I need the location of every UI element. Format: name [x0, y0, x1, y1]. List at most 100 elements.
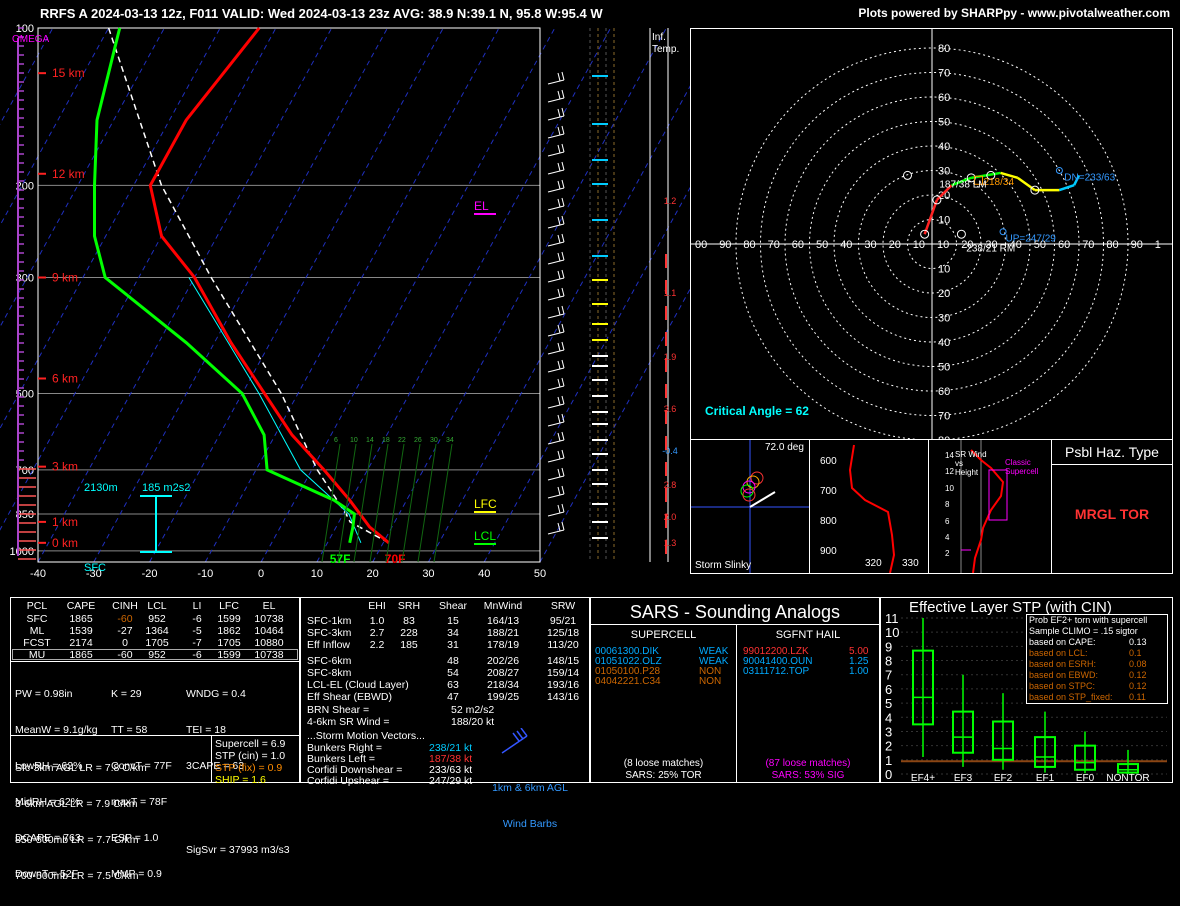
kin-cell: 48 — [447, 655, 459, 667]
stp-ytick: 9 — [885, 639, 892, 654]
height-label: 9 km — [52, 270, 78, 284]
sfc-label: SFC — [84, 562, 106, 574]
wind-barb — [547, 521, 565, 535]
wind-barb — [547, 377, 565, 391]
prob-row: based on ESRH: 0.08 — [1029, 659, 1167, 670]
theta-bottom-320: 320 — [865, 558, 882, 569]
srw-tick-12: 12 — [945, 467, 954, 477]
parcel-cell: 0 — [122, 637, 128, 649]
theta-panel: 600 700 800 900 320 330 — [809, 439, 929, 574]
hodo-x-label: 10 — [937, 239, 949, 251]
brn-shear-value: 52 m2/s2 — [451, 704, 495, 716]
storm-motion-label: Corfidi Upshear = — [307, 775, 389, 787]
parcel-table: PCL CAPE CINH LCL LI LFC EL SFC 1865 -60 952 -6 159… — [10, 597, 300, 882]
temperature-tick-label: -40 — [30, 568, 46, 580]
sars-supercell-id: 04042221.C34 — [595, 676, 661, 687]
storm-motion-value: 247/29 kt — [429, 775, 473, 787]
prob-row-label: based on EBWD: — [1029, 670, 1099, 680]
isotherm — [372, 27, 667, 563]
temperature-tick-label: 50 — [534, 568, 546, 580]
hodo-x-label: 40 — [840, 239, 852, 251]
hodo-ring-label: 20 — [938, 288, 950, 300]
barb-note-2: Wind Barbs — [502, 818, 558, 830]
hodo-x-label: 30 — [864, 239, 876, 251]
kin-cell: 143/16 — [546, 691, 580, 703]
wind-barb — [547, 341, 565, 355]
parcel-cell: 10738 — [254, 613, 284, 625]
kin-cell: 148/15 — [546, 655, 580, 667]
isotherm — [316, 27, 612, 563]
wind-barb — [547, 233, 565, 247]
stp-panel: Effective Layer STP (with CIN) 012345678… — [880, 597, 1173, 783]
wind-barb — [547, 359, 565, 373]
wind-barb — [547, 251, 565, 265]
wind-barb — [547, 107, 565, 121]
kin-cell: 164/13 — [486, 615, 520, 627]
kinematics-table: EHI SRH Shear MnWind SRW SFC-1km 1.0 83 15 164/1… — [300, 597, 590, 830]
wind-speed-label: 10 — [350, 437, 358, 444]
credit-text: Plots powered by SHARPpy - www.pivotalwe… — [858, 6, 1170, 20]
selected-parcel-outline — [12, 649, 298, 660]
kin-row-label: SFC-1km — [307, 615, 352, 627]
parcel-cell: -6 — [192, 613, 202, 625]
height-label: 0 km — [52, 536, 78, 550]
wind-speed-label: 18 — [382, 437, 390, 444]
stp-ytick: 11 — [885, 611, 899, 626]
prob-sub: Sample CLIMO = .15 sigtor — [1029, 626, 1138, 636]
srw46-label: 4-6km SR Wind = — [307, 716, 390, 728]
hodo-x-label: 10 — [913, 239, 925, 251]
temperature-tick-label: 10 — [311, 568, 323, 580]
prob-row-value: 0.11 — [1129, 692, 1146, 702]
parcel-cell: 1705 — [145, 637, 169, 649]
sars-supercell-value: NON — [699, 676, 722, 687]
stp-ytick: 5 — [885, 696, 892, 711]
sars-pct-2: SARS: 53% SIG — [771, 770, 845, 781]
parcel-cell: FCST — [23, 637, 51, 649]
hodo-ring-label: 40 — [938, 337, 950, 349]
prob-row-label: based on ESRH: — [1029, 659, 1097, 669]
isotherm — [93, 27, 388, 563]
composite-param: STP (cin) = 1.0 — [215, 750, 286, 762]
prob-row-value: 0.12 — [1129, 681, 1147, 691]
parcel-cell: 1862 — [217, 625, 241, 637]
parcel-header-pcl: PCL — [26, 600, 48, 612]
composite-param: SHIP = 1.6 — [215, 774, 266, 786]
parcel-cell: 1865 — [69, 613, 93, 625]
parcel-cell: 10464 — [254, 625, 284, 637]
prob-box: Prob EF2+ torn with supercell Sample CLI… — [1026, 614, 1168, 704]
srw-tick-8: 8 — [945, 500, 950, 510]
srw-tick-6: 6 — [945, 516, 950, 526]
kin-cell: 159/14 — [546, 667, 580, 679]
index-sigsvr: SigSvr = 37993 m3/s3 — [186, 844, 290, 856]
parcel-cell: 2174 — [69, 637, 93, 649]
hodo-segment — [923, 199, 939, 235]
wind-barb — [547, 287, 565, 301]
kin-row-label: Eff Shear (EBWD) — [307, 691, 392, 703]
hodo-x-label: 50 — [816, 239, 828, 251]
wind-speed-label: 22 — [398, 437, 406, 444]
srw46-value: 188/20 kt — [451, 716, 495, 728]
prob-row-label: based on CAPE: — [1029, 637, 1096, 647]
kin-cell: 2.7 — [369, 627, 385, 639]
wind-barb — [547, 305, 565, 319]
wind-barb — [547, 503, 565, 517]
height-label: 6 km — [52, 371, 78, 385]
temperature-tick-label: -20 — [142, 568, 158, 580]
parcel-cell: -5 — [192, 625, 202, 637]
parcel-cell: 1705 — [217, 637, 241, 649]
wind-speed-line — [353, 443, 373, 563]
stp-category: EF4+ — [911, 773, 935, 782]
kin-cell: 199/25 — [486, 691, 520, 703]
height-label: 12 km — [52, 167, 85, 181]
hodo-ring-label: 10 — [938, 215, 950, 227]
wind-barb — [547, 449, 565, 463]
kin-cell: 228 — [400, 627, 418, 639]
hodo-segment — [985, 171, 1001, 177]
prob-row: based on STP_fixed: 0.11 — [1029, 692, 1167, 703]
stp-ytick: 4 — [885, 710, 892, 725]
prob-row-value: 0.13 — [1129, 637, 1147, 647]
page-title: RRFS A 2024-03-13 12z, F011 VALID: Wed 2… — [40, 6, 603, 21]
sars-panel: SARS - Sounding Analogs SUPERCELL SGFNT … — [590, 597, 880, 783]
hodo-ring-label: 80 — [938, 43, 950, 55]
up-label: UP=247/29 — [1006, 234, 1057, 245]
